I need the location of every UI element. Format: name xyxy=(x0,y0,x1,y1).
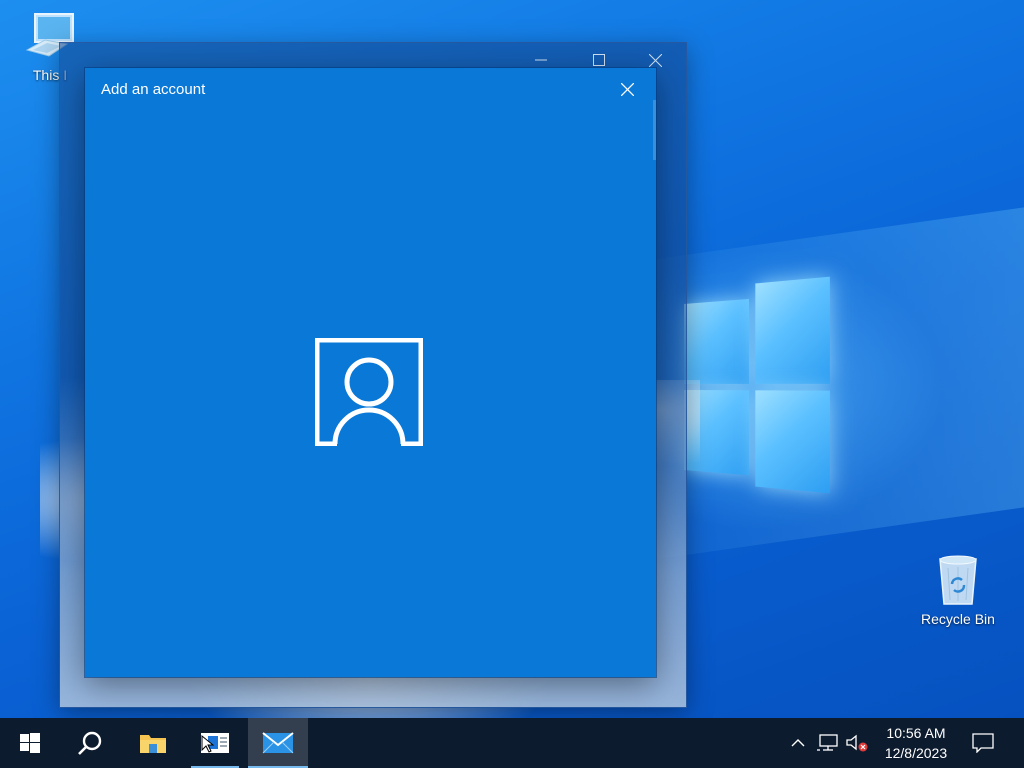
folder-icon xyxy=(140,735,166,753)
recycle-bin-icon xyxy=(939,555,977,605)
desktop-icon-recycle-bin[interactable]: Recycle Bin xyxy=(918,552,998,627)
close-icon xyxy=(620,82,634,96)
taskbar-app-button[interactable] xyxy=(185,718,245,768)
close-icon xyxy=(648,53,662,67)
windows-logo-graphic xyxy=(684,276,830,494)
minimize-icon xyxy=(535,59,547,61)
mail-app-button[interactable] xyxy=(248,718,308,768)
clock-date: 12/8/2023 xyxy=(884,745,948,761)
start-button[interactable] xyxy=(0,718,60,768)
mail-icon xyxy=(262,732,294,754)
taskbar-clock[interactable]: 10:56 AM 12/8/2023 xyxy=(872,718,960,768)
network-icon xyxy=(817,734,838,751)
search-icon xyxy=(78,731,102,755)
clock-time: 10:56 AM xyxy=(886,725,946,741)
chevron-up-icon xyxy=(791,739,805,747)
app-window-icon xyxy=(201,733,229,753)
show-hidden-icons-button[interactable] xyxy=(784,718,812,768)
desktop-icon-label: Recycle Bin xyxy=(921,611,995,627)
volume-muted-icon xyxy=(846,734,868,752)
taskbar: 10:56 AM 12/8/2023 xyxy=(0,718,1024,768)
notification-icon xyxy=(972,733,994,753)
file-explorer-button[interactable] xyxy=(123,718,183,768)
add-account-dialog: Add an account xyxy=(85,68,656,677)
action-center-button[interactable] xyxy=(968,718,998,768)
network-button[interactable] xyxy=(814,718,842,768)
search-button[interactable] xyxy=(60,718,120,768)
maximize-icon xyxy=(593,54,605,66)
user-account-icon xyxy=(315,338,423,446)
windows-start-icon xyxy=(20,733,40,753)
dialog-title: Add an account xyxy=(101,81,206,98)
dialog-close-button[interactable] xyxy=(616,78,638,100)
dialog-scrollbar[interactable] xyxy=(653,100,656,160)
volume-button[interactable] xyxy=(843,718,871,768)
